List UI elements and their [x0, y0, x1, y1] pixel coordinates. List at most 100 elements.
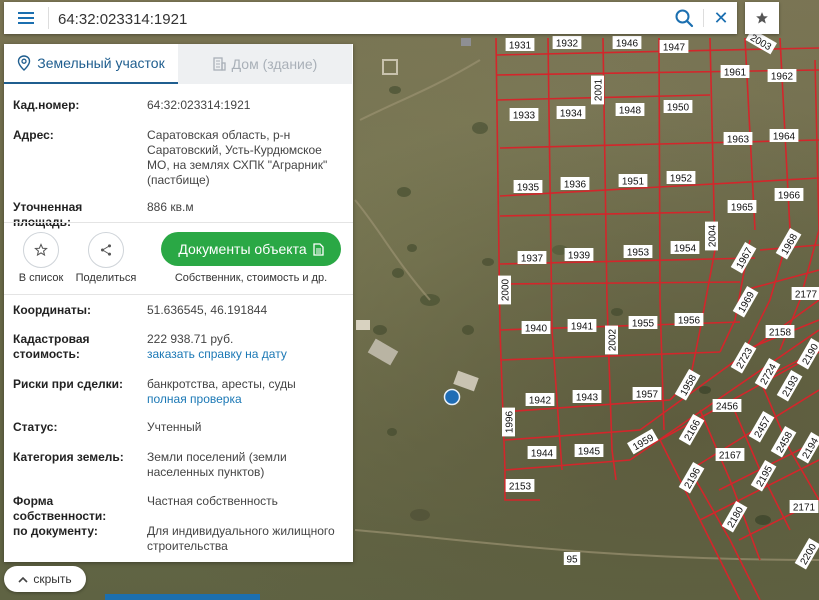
parcel-label-2004: 2004	[705, 221, 719, 251]
parcel-label-1963: 1963	[723, 132, 753, 146]
terrain-texture	[373, 86, 771, 525]
order-certificate-link[interactable]: заказать справку на дату	[147, 347, 287, 361]
parcel-label-1940: 1940	[521, 321, 551, 335]
svg-text:1943: 1943	[576, 393, 599, 404]
cadastral-cost-value: 222 938.71 руб. заказать справку на дату	[147, 332, 347, 362]
cadastral-cost-amount: 222 938.71 руб.	[147, 332, 234, 346]
parcel-label-2153: 2153	[505, 479, 535, 493]
search-input[interactable]	[56, 5, 660, 33]
parcel-label-2456: 2456	[712, 399, 742, 413]
parcel-label-1996: 1996	[502, 407, 516, 437]
parcel-label-1941: 1941	[567, 319, 597, 333]
tab-land-plot[interactable]: Земельный участок	[4, 44, 178, 84]
usage-value: Для индивидуального жилищного строительс…	[147, 524, 335, 553]
documents-subtitle: Собственник, стоимость и др.	[174, 272, 328, 284]
panel-tabs: Земельный участок Дом (здание)	[4, 44, 353, 84]
bottom-bar-edge	[105, 594, 260, 600]
parcel-label-1962: 1962	[767, 69, 797, 83]
area-value: 886 кв.м	[147, 200, 194, 214]
star-icon	[756, 12, 768, 24]
documents-button[interactable]: Документы объекта	[161, 232, 341, 266]
location-marker[interactable]	[443, 388, 461, 406]
parcel-label-1948: 1948	[615, 103, 645, 117]
cadastral-number-link[interactable]: 64:32:023314:1921	[147, 98, 347, 113]
svg-text:1996: 1996	[505, 410, 516, 433]
svg-text:1945: 1945	[578, 447, 601, 458]
status-value: Учтенный	[147, 420, 202, 434]
parcel-label-1956: 1956	[674, 313, 704, 327]
svg-text:1944: 1944	[531, 449, 554, 460]
svg-text:2171: 2171	[793, 503, 816, 514]
clear-search-button[interactable]: ✕	[709, 6, 733, 30]
buildings	[356, 38, 479, 392]
hamburger-icon	[18, 12, 34, 24]
parcel-label-2002: 2002	[605, 325, 619, 355]
parcel-label-2724: 2724	[754, 358, 781, 390]
risks-text: банкротства, аресты, суды	[147, 377, 296, 391]
svg-text:1947: 1947	[663, 43, 686, 54]
svg-text:1936: 1936	[564, 180, 587, 191]
parcel-label-1946: 1946	[612, 36, 642, 50]
cadastral-number-label: Кад.номер:	[13, 98, 80, 112]
coordinates-label: Координаты:	[13, 303, 92, 317]
parcel-boundaries	[495, 37, 819, 600]
add-to-list-button[interactable]	[23, 232, 59, 268]
land-category-label: Категория земель:	[13, 450, 124, 464]
share-label: Поделиться	[75, 272, 137, 284]
tab-building-label: Дом (здание)	[231, 56, 318, 72]
svg-text:2167: 2167	[719, 451, 742, 462]
parcel-label-1936: 1936	[560, 177, 590, 191]
share-button[interactable]	[88, 232, 124, 268]
parcel-label-1969: 1969	[732, 286, 759, 318]
svg-text:2153: 2153	[509, 482, 532, 493]
parcel-label-1954: 1954	[670, 241, 700, 255]
svg-text:2158: 2158	[769, 328, 792, 339]
search-icon	[675, 9, 694, 28]
svg-text:1933: 1933	[513, 111, 536, 122]
parcel-label-2167: 2167	[715, 448, 745, 462]
parcel-label-1944: 1944	[527, 446, 557, 460]
parcel-label-1965: 1965	[727, 200, 757, 214]
full-check-link[interactable]: полная проверка	[147, 392, 242, 406]
svg-text:1964: 1964	[773, 132, 796, 143]
parcel-label-1943: 1943	[572, 390, 602, 404]
parcel-label-1950: 1950	[663, 100, 693, 114]
status-label: Статус:	[13, 420, 58, 434]
svg-text:1955: 1955	[632, 319, 655, 330]
parcel-label-1933: 1933	[509, 108, 539, 122]
svg-text:1954: 1954	[674, 244, 697, 255]
parcel-label-2200: 2200	[794, 538, 819, 570]
svg-text:1931: 1931	[509, 41, 532, 52]
parcel-label-1961: 1961	[720, 65, 750, 79]
search-button[interactable]	[674, 8, 696, 28]
favorites-button[interactable]	[745, 2, 779, 34]
add-to-list-label: В список	[18, 272, 64, 284]
tab-building[interactable]: Дом (здание)	[178, 44, 352, 84]
area-label: Уточненная площадь:	[13, 200, 83, 229]
parcel-label-1947: 1947	[659, 40, 689, 54]
map-pin-icon	[18, 55, 31, 71]
parcel-label-1955: 1955	[628, 316, 658, 330]
parcel-label-1958: 1958	[674, 369, 701, 401]
share-icon	[100, 244, 112, 256]
svg-text:2000: 2000	[501, 278, 512, 301]
svg-text:1957: 1957	[636, 390, 659, 401]
menu-button[interactable]	[4, 2, 48, 34]
svg-text:1965: 1965	[731, 203, 754, 214]
svg-text:1939: 1939	[568, 251, 591, 262]
parcel-label-1942: 1942	[525, 393, 555, 407]
divider	[48, 7, 49, 29]
parcel-label-1937: 1937	[517, 251, 547, 265]
divider	[4, 222, 353, 223]
collapse-label: скрыть	[33, 572, 72, 586]
svg-text:1956: 1956	[678, 316, 701, 327]
collapse-panel-button[interactable]: скрыть	[4, 566, 86, 592]
svg-text:1940: 1940	[525, 324, 548, 335]
parcel-label-2158: 2158	[765, 325, 795, 339]
document-icon	[312, 242, 324, 256]
svg-text:1941: 1941	[571, 322, 594, 333]
svg-text:1946: 1946	[616, 39, 639, 50]
parcel-label-1935: 1935	[513, 180, 543, 194]
svg-text:2002: 2002	[608, 328, 619, 351]
svg-text:1948: 1948	[619, 106, 642, 117]
